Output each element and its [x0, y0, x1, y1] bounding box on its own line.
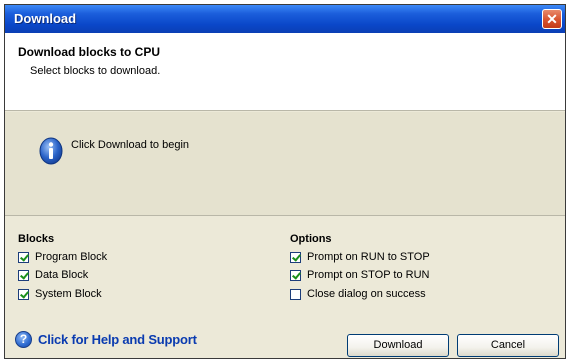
window-title: Download: [14, 11, 77, 26]
checkbox-label: Data Block: [35, 269, 89, 281]
prompt-stop-to-run-checkbox[interactable]: Prompt on STOP to RUN: [290, 268, 429, 282]
system-block-checkbox[interactable]: System Block: [18, 287, 102, 301]
data-block-checkbox[interactable]: Data Block: [18, 268, 88, 282]
close-button[interactable]: ✕: [542, 9, 562, 29]
help-support-link[interactable]: ? Click for Help and Support: [15, 329, 197, 349]
info-icon: [39, 137, 63, 165]
checkbox-label: Program Block: [35, 251, 108, 263]
download-button[interactable]: Download: [347, 334, 449, 357]
program-block-checkbox[interactable]: Program Block: [18, 250, 107, 264]
checkbox-box[interactable]: [290, 251, 301, 263]
title-bar[interactable]: Download ✕: [5, 5, 565, 33]
help-icon: ?: [15, 330, 32, 348]
header-title: Download blocks to CPU: [18, 45, 161, 59]
info-area: Click Download to begin: [5, 112, 565, 216]
checkbox-label: System Block: [35, 288, 102, 300]
checkbox-box[interactable]: [290, 269, 301, 281]
info-message: Click Download to begin: [71, 139, 190, 151]
checkbox-box[interactable]: [290, 288, 301, 300]
close-icon: ✕: [546, 11, 558, 27]
options-group-title: Options: [290, 233, 332, 245]
header-panel: Download blocks to CPU Select blocks to …: [5, 33, 565, 111]
checkbox-box[interactable]: [18, 251, 29, 263]
close-on-success-checkbox[interactable]: Close dialog on success: [290, 287, 426, 301]
checkbox-label: Prompt on STOP to RUN: [307, 269, 430, 281]
blocks-group-title: Blocks: [18, 233, 55, 245]
download-dialog: Download ✕ Download blocks to CPU Select…: [4, 4, 566, 359]
checkbox-label: Close dialog on success: [307, 288, 426, 300]
checkbox-box[interactable]: [18, 288, 29, 300]
prompt-run-to-stop-checkbox[interactable]: Prompt on RUN to STOP: [290, 250, 430, 264]
checkbox-label: Prompt on RUN to STOP: [307, 251, 430, 263]
checkbox-box[interactable]: [18, 269, 29, 281]
cancel-button[interactable]: Cancel: [457, 334, 559, 357]
help-link-label: Click for Help and Support: [38, 331, 197, 347]
header-subtitle: Select blocks to download.: [30, 65, 161, 77]
